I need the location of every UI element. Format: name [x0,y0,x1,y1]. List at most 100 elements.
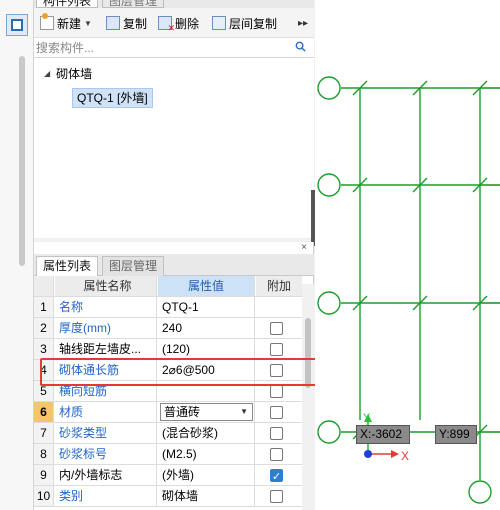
axis-bubble [317,420,341,444]
property-name: 轴线距左墙皮... [55,339,157,359]
additional-checkbox[interactable] [270,490,283,503]
table-row-selected[interactable]: 6 材质 普通砖 ▼ [34,402,302,423]
additional-checkbox[interactable] [270,364,283,377]
axis-bubble [468,480,492,504]
coordinate-x-readout: X:-3602 [356,425,410,444]
additional-checkbox[interactable] [270,406,283,419]
table-row[interactable]: 7 砂浆类型 (混合砂浆) [34,423,302,444]
component-panel-tabs: 构件列表 图层管理 [34,0,314,8]
row-number: 4 [34,360,54,380]
additional-cell [256,297,302,317]
property-name: 材质 [55,402,157,422]
table-row[interactable]: 8 砂浆标号 (M2.5) [34,444,302,465]
tab-layer-management-2[interactable]: 图层管理 [102,256,165,276]
row-number: 9 [34,465,54,485]
property-name: 砂浆类型 [55,423,157,443]
table-row[interactable]: 5 横向短筋 [34,381,302,402]
floor-copy-icon [212,16,226,30]
property-panel-tabs: 属性列表 图层管理 [34,254,314,276]
property-value[interactable]: (120) [158,339,255,359]
additional-checkbox[interactable] [270,322,283,335]
additional-cell [256,402,302,422]
window-icon [11,19,23,31]
scrollbar-thumb[interactable] [305,318,311,388]
component-tree: ◢ 砌体墙 QTQ-1 [外墙] [34,58,314,238]
table-row[interactable]: 4 砌体通长筋 2⌀6@500 [34,360,302,381]
copy-icon [106,16,120,30]
row-number: 3 [34,339,54,359]
coordinate-y-readout: Y:899 [435,425,477,444]
additional-cell [256,318,302,338]
tab-component-list[interactable]: 构件列表 [36,0,99,8]
view-toggle-button[interactable] [6,14,28,36]
additional-checkbox-checked[interactable] [270,467,283,485]
tree-item-qtq-1[interactable]: QTQ-1 [外墙] [72,88,153,108]
delete-button-label: 删除 [175,16,200,31]
property-panel: × 属性列表 图层管理 属性名称 属性值 附加 1 名称 QTQ-1 2 厚度(… [34,242,314,510]
additional-checkbox[interactable] [270,448,283,461]
table-row[interactable]: 3 轴线距左墙皮... (120) [34,339,302,360]
tab-layer-management[interactable]: 图层管理 [102,0,165,8]
table-row[interactable]: 10 类别 砌体墙 [34,486,302,507]
property-name: 砂浆标号 [55,444,157,464]
copy-button[interactable]: 复制 [106,14,147,32]
row-number: 1 [34,297,54,317]
property-value[interactable]: 240 [158,318,255,338]
additional-checkbox[interactable] [270,385,283,398]
component-list-panel: 构件列表 图层管理 新建 ▼ 复制 删除 层间复制 ▸▸ ◢ [34,0,314,238]
axis-bubble [317,173,341,197]
copy-button-label: 复制 [123,16,148,31]
delete-button[interactable]: 删除 [158,14,200,33]
property-value[interactable]: QTQ-1 [158,297,255,317]
component-toolbar: 新建 ▼ 复制 删除 层间复制 ▸▸ [34,8,314,38]
tree-node-masonry-wall[interactable]: ◢ 砌体墙 [44,65,92,82]
property-name: 横向短筋 [55,381,157,401]
property-value[interactable]: (M2.5) [158,444,255,464]
tab-property-list[interactable]: 属性列表 [36,256,99,276]
material-dropdown[interactable]: 普通砖 ▼ [160,403,253,421]
property-value[interactable]: 2⌀6@500 [158,360,255,380]
toolbar-overflow-button[interactable]: ▸▸ [298,18,308,29]
additional-checkbox[interactable] [270,343,283,356]
chevron-down-icon: ▼ [84,18,92,28]
table-row[interactable]: 1 名称 QTQ-1 [34,297,302,318]
property-value-cell: 普通砖 ▼ [158,402,255,422]
additional-checkbox[interactable] [270,427,283,440]
red-wall-lines [480,87,500,433]
property-value[interactable] [158,381,255,401]
property-value[interactable]: 砌体墙 [158,486,255,506]
property-grid-scrollbar[interactable] [302,284,314,510]
row-number: 6 [34,402,54,422]
property-name: 内/外墙标志 [55,465,157,485]
new-file-icon [40,13,54,30]
new-button-label: 新建 [57,16,82,31]
table-row[interactable]: 2 厚度(mm) 240 [34,318,302,339]
component-search [34,38,314,58]
new-button[interactable]: 新建 ▼ [40,13,92,32]
left-toolstrip [0,0,34,510]
property-grid-header: 属性名称 属性值 附加 [34,276,302,297]
left-scrollbar[interactable] [19,56,25,266]
property-name: 类别 [55,486,157,506]
header-additional: 附加 [256,276,302,296]
search-input[interactable] [36,40,286,56]
row-number: 10 [34,486,54,506]
table-row[interactable]: 9 内/外墙标志 (外墙) [34,465,302,486]
row-number: 2 [34,318,54,338]
drawing-canvas[interactable]: Y X X:-3602 Y:899 [315,0,500,510]
property-value[interactable]: (外墙) [158,465,255,485]
property-name: 厚度(mm) [55,318,157,338]
header-property-name: 属性名称 [55,276,157,296]
close-icon[interactable]: × [301,242,307,254]
additional-cell [256,381,302,401]
material-dropdown-value: 普通砖 [164,405,201,419]
search-icon[interactable] [295,41,306,52]
row-number: 5 [34,381,54,401]
expand-arrow-icon[interactable]: ◢ [44,69,50,78]
delete-icon [158,16,175,33]
floor-copy-button[interactable]: 层间复制 [212,14,277,32]
axis-x-label: X [401,449,409,463]
property-value[interactable]: (混合砂浆) [158,423,255,443]
floor-copy-button-label: 层间复制 [229,16,278,31]
axis-bubble [317,291,341,315]
